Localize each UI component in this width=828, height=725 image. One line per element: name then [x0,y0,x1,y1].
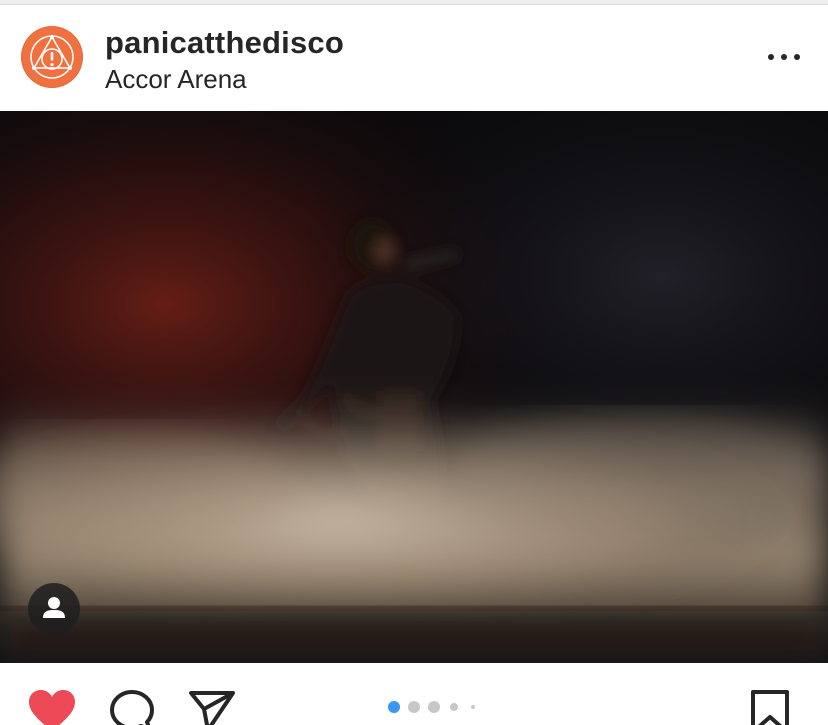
carousel-dot [408,701,420,713]
location[interactable]: Accor Arena [105,63,247,95]
bookmark-icon [751,690,789,725]
carousel-dot-active [388,701,400,713]
avatar[interactable] [21,26,83,88]
heart-icon [29,690,75,725]
more-options-button[interactable] [762,41,806,73]
paper-plane-icon [189,691,235,725]
panic-at-the-disco-logo-icon [30,35,74,79]
carousel-dot [471,705,475,709]
like-button[interactable] [27,689,77,725]
tag-people-button[interactable] [28,583,80,635]
carousel-indicator [386,701,486,713]
instagram-post: panicatthedisco Accor Arena [0,0,828,725]
carousel-dot [428,701,440,713]
more-options-dot [781,54,787,60]
comment-icon [110,690,154,725]
action-bar [0,663,828,725]
username[interactable]: panicatthedisco [105,25,344,61]
more-options-icon [768,54,774,60]
more-options-dot [794,54,800,60]
post-photo[interactable] [0,111,828,663]
concert-photo [0,111,828,663]
save-button[interactable] [748,689,792,725]
user-tag-icon [43,597,65,618]
comment-button[interactable] [108,689,156,725]
post-header: panicatthedisco Accor Arena [0,5,828,110]
share-button[interactable] [188,689,236,725]
carousel-dot [450,703,458,711]
